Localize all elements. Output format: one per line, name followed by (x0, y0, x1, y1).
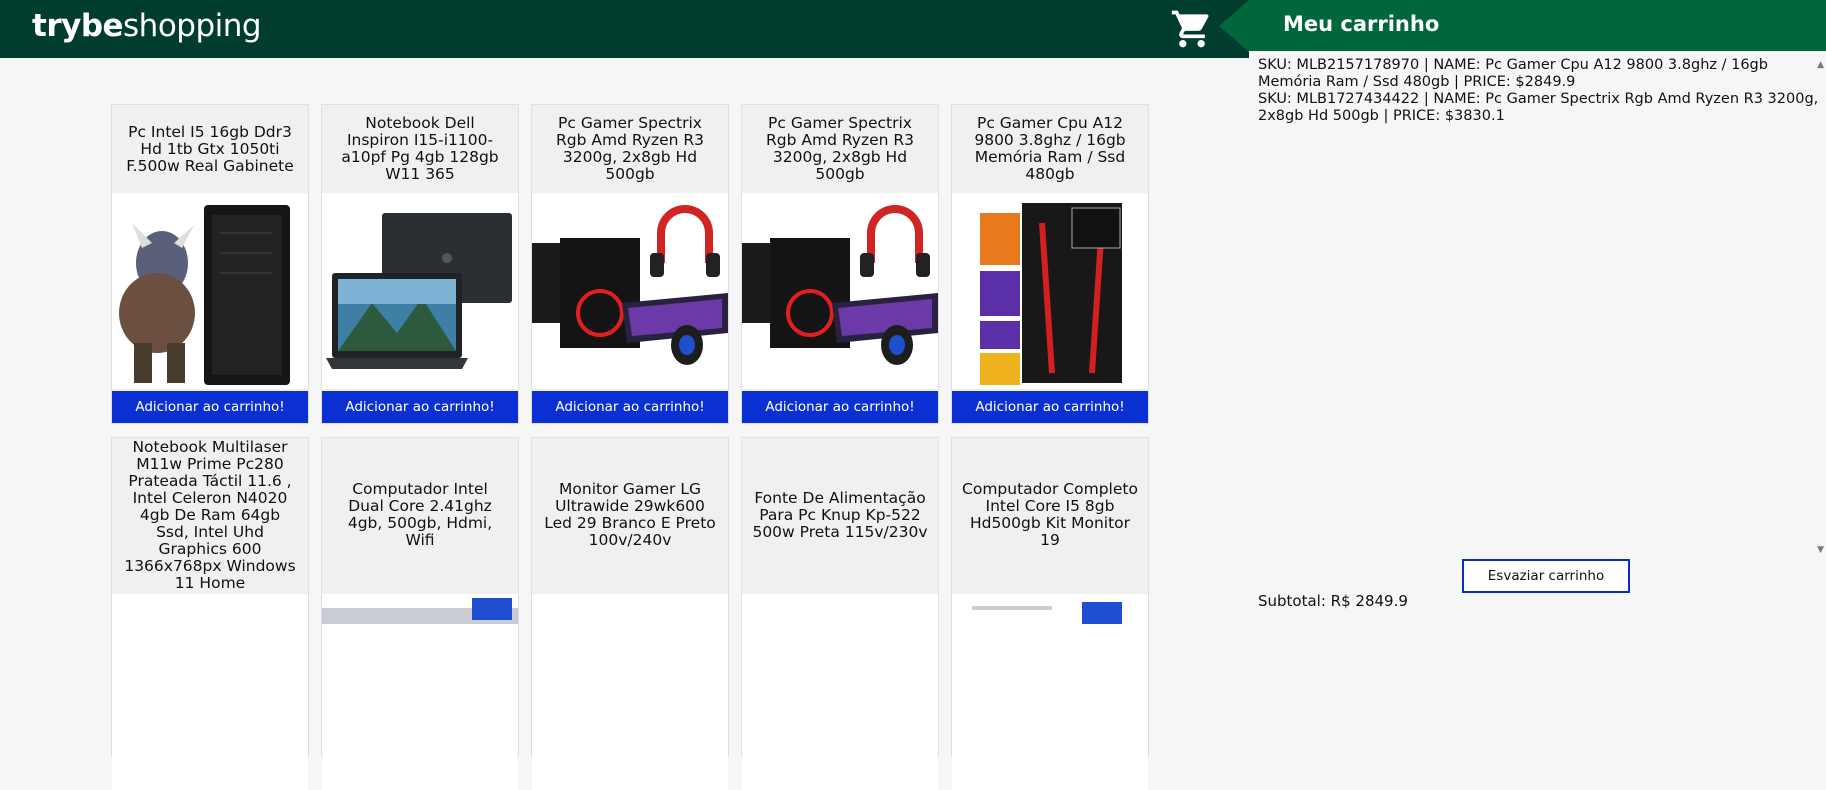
product-card: Pc Gamer Cpu A12 9800 3.8ghz / 16gb Memó… (951, 104, 1149, 424)
laptop-image (326, 213, 512, 369)
product-card: Pc Gamer Spectrix Rgb Amd Ryzen R3 3200g… (741, 104, 939, 424)
product-title: Pc Gamer Spectrix Rgb Amd Ryzen R3 3200g… (766, 114, 914, 183)
product-image (952, 193, 1148, 389)
product-image (532, 193, 728, 389)
product-title: Pc Gamer Cpu A12 9800 3.8ghz / 16gb Memó… (974, 114, 1126, 183)
product-title: Notebook Multilaser M11w Prime Pc280 Pra… (124, 437, 296, 592)
product-card: Notebook Multilaser M11w Prime Pc280 Pra… (111, 437, 309, 790)
cart-header-notch (1219, 0, 1249, 52)
product-title: Fonte De Alimentação Para Pc Knup Kp-522… (752, 488, 928, 541)
product-title: Notebook Dell Inspiron I15-i1100-a10pf P… (341, 114, 499, 183)
product-image (322, 594, 518, 790)
add-to-cart-button[interactable]: Adicionar ao carrinho! (952, 391, 1148, 423)
gamer-kit-image (742, 205, 938, 365)
product-card: Notebook Dell Inspiron I15-i1100-a10pf P… (321, 104, 519, 424)
product-title: Monitor Gamer LG Ultrawide 29wk600 Led 2… (544, 480, 716, 549)
product-image (532, 594, 728, 790)
logo-bold: trybe (32, 8, 124, 44)
product-image (112, 594, 308, 790)
product-card: Pc Gamer Spectrix Rgb Amd Ryzen R3 3200g… (531, 104, 729, 424)
top-header: trybeshopping (0, 0, 1249, 58)
product-card: Pc Intel I5 16gb Ddr3 Hd 1tb Gtx 1050ti … (111, 104, 309, 424)
computer-kit-image (972, 602, 1122, 624)
product-card: Fonte De Alimentação Para Pc Knup Kp-522… (741, 437, 939, 790)
cart-header: Meu carrinho (1219, 0, 1826, 52)
product-card: Computador Completo Intel Core I5 8gb Hd… (951, 437, 1149, 790)
pc-tower-warrior-image (119, 205, 290, 385)
product-card: Computador Intel Dual Core 2.41ghz 4gb, … (321, 437, 519, 790)
cart-item[interactable]: SKU: MLB1727434422 | NAME: Pc Gamer Spec… (1258, 91, 1820, 125)
logo: trybeshopping (32, 8, 262, 44)
amd-tower-image (980, 203, 1122, 385)
computer-image (322, 598, 518, 624)
logo-light: shopping (123, 8, 262, 44)
product-image (112, 193, 308, 389)
product-title: Pc Gamer Spectrix Rgb Amd Ryzen R3 3200g… (556, 114, 704, 183)
product-image (322, 193, 518, 389)
product-title: Computador Intel Dual Core 2.41ghz 4gb, … (347, 480, 493, 549)
cart-item-list[interactable]: SKU: MLB2157178970 | NAME: Pc Gamer Cpu … (1258, 57, 1820, 535)
add-to-cart-button[interactable]: Adicionar ao carrinho! (532, 391, 728, 423)
cart-item[interactable]: SKU: MLB2157178970 | NAME: Pc Gamer Cpu … (1258, 57, 1820, 91)
product-title: Pc Intel I5 16gb Ddr3 Hd 1tb Gtx 1050ti … (126, 122, 294, 175)
product-title: Computador Completo Intel Core I5 8gb Hd… (962, 480, 1138, 549)
empty-cart-button[interactable]: Esvaziar carrinho (1462, 559, 1630, 593)
cart-title: Meu carrinho (1283, 12, 1440, 36)
scroll-up-icon[interactable]: ▲ (1817, 60, 1824, 70)
product-image (952, 594, 1148, 790)
shopping-cart-icon[interactable] (1170, 7, 1214, 51)
add-to-cart-button[interactable]: Adicionar ao carrinho! (112, 391, 308, 423)
cart-panel: Meu carrinho SKU: MLB2157178970 | NAME: … (1219, 0, 1826, 616)
scroll-down-icon[interactable]: ▼ (1817, 545, 1824, 555)
product-image (742, 193, 938, 389)
product-card: Monitor Gamer LG Ultrawide 29wk600 Led 2… (531, 437, 729, 790)
add-to-cart-button[interactable]: Adicionar ao carrinho! (742, 391, 938, 423)
add-to-cart-button[interactable]: Adicionar ao carrinho! (322, 391, 518, 423)
product-image (742, 594, 938, 790)
cart-subtotal: Subtotal: R$ 2849.9 (1258, 592, 1408, 610)
gamer-kit-image (532, 205, 728, 365)
